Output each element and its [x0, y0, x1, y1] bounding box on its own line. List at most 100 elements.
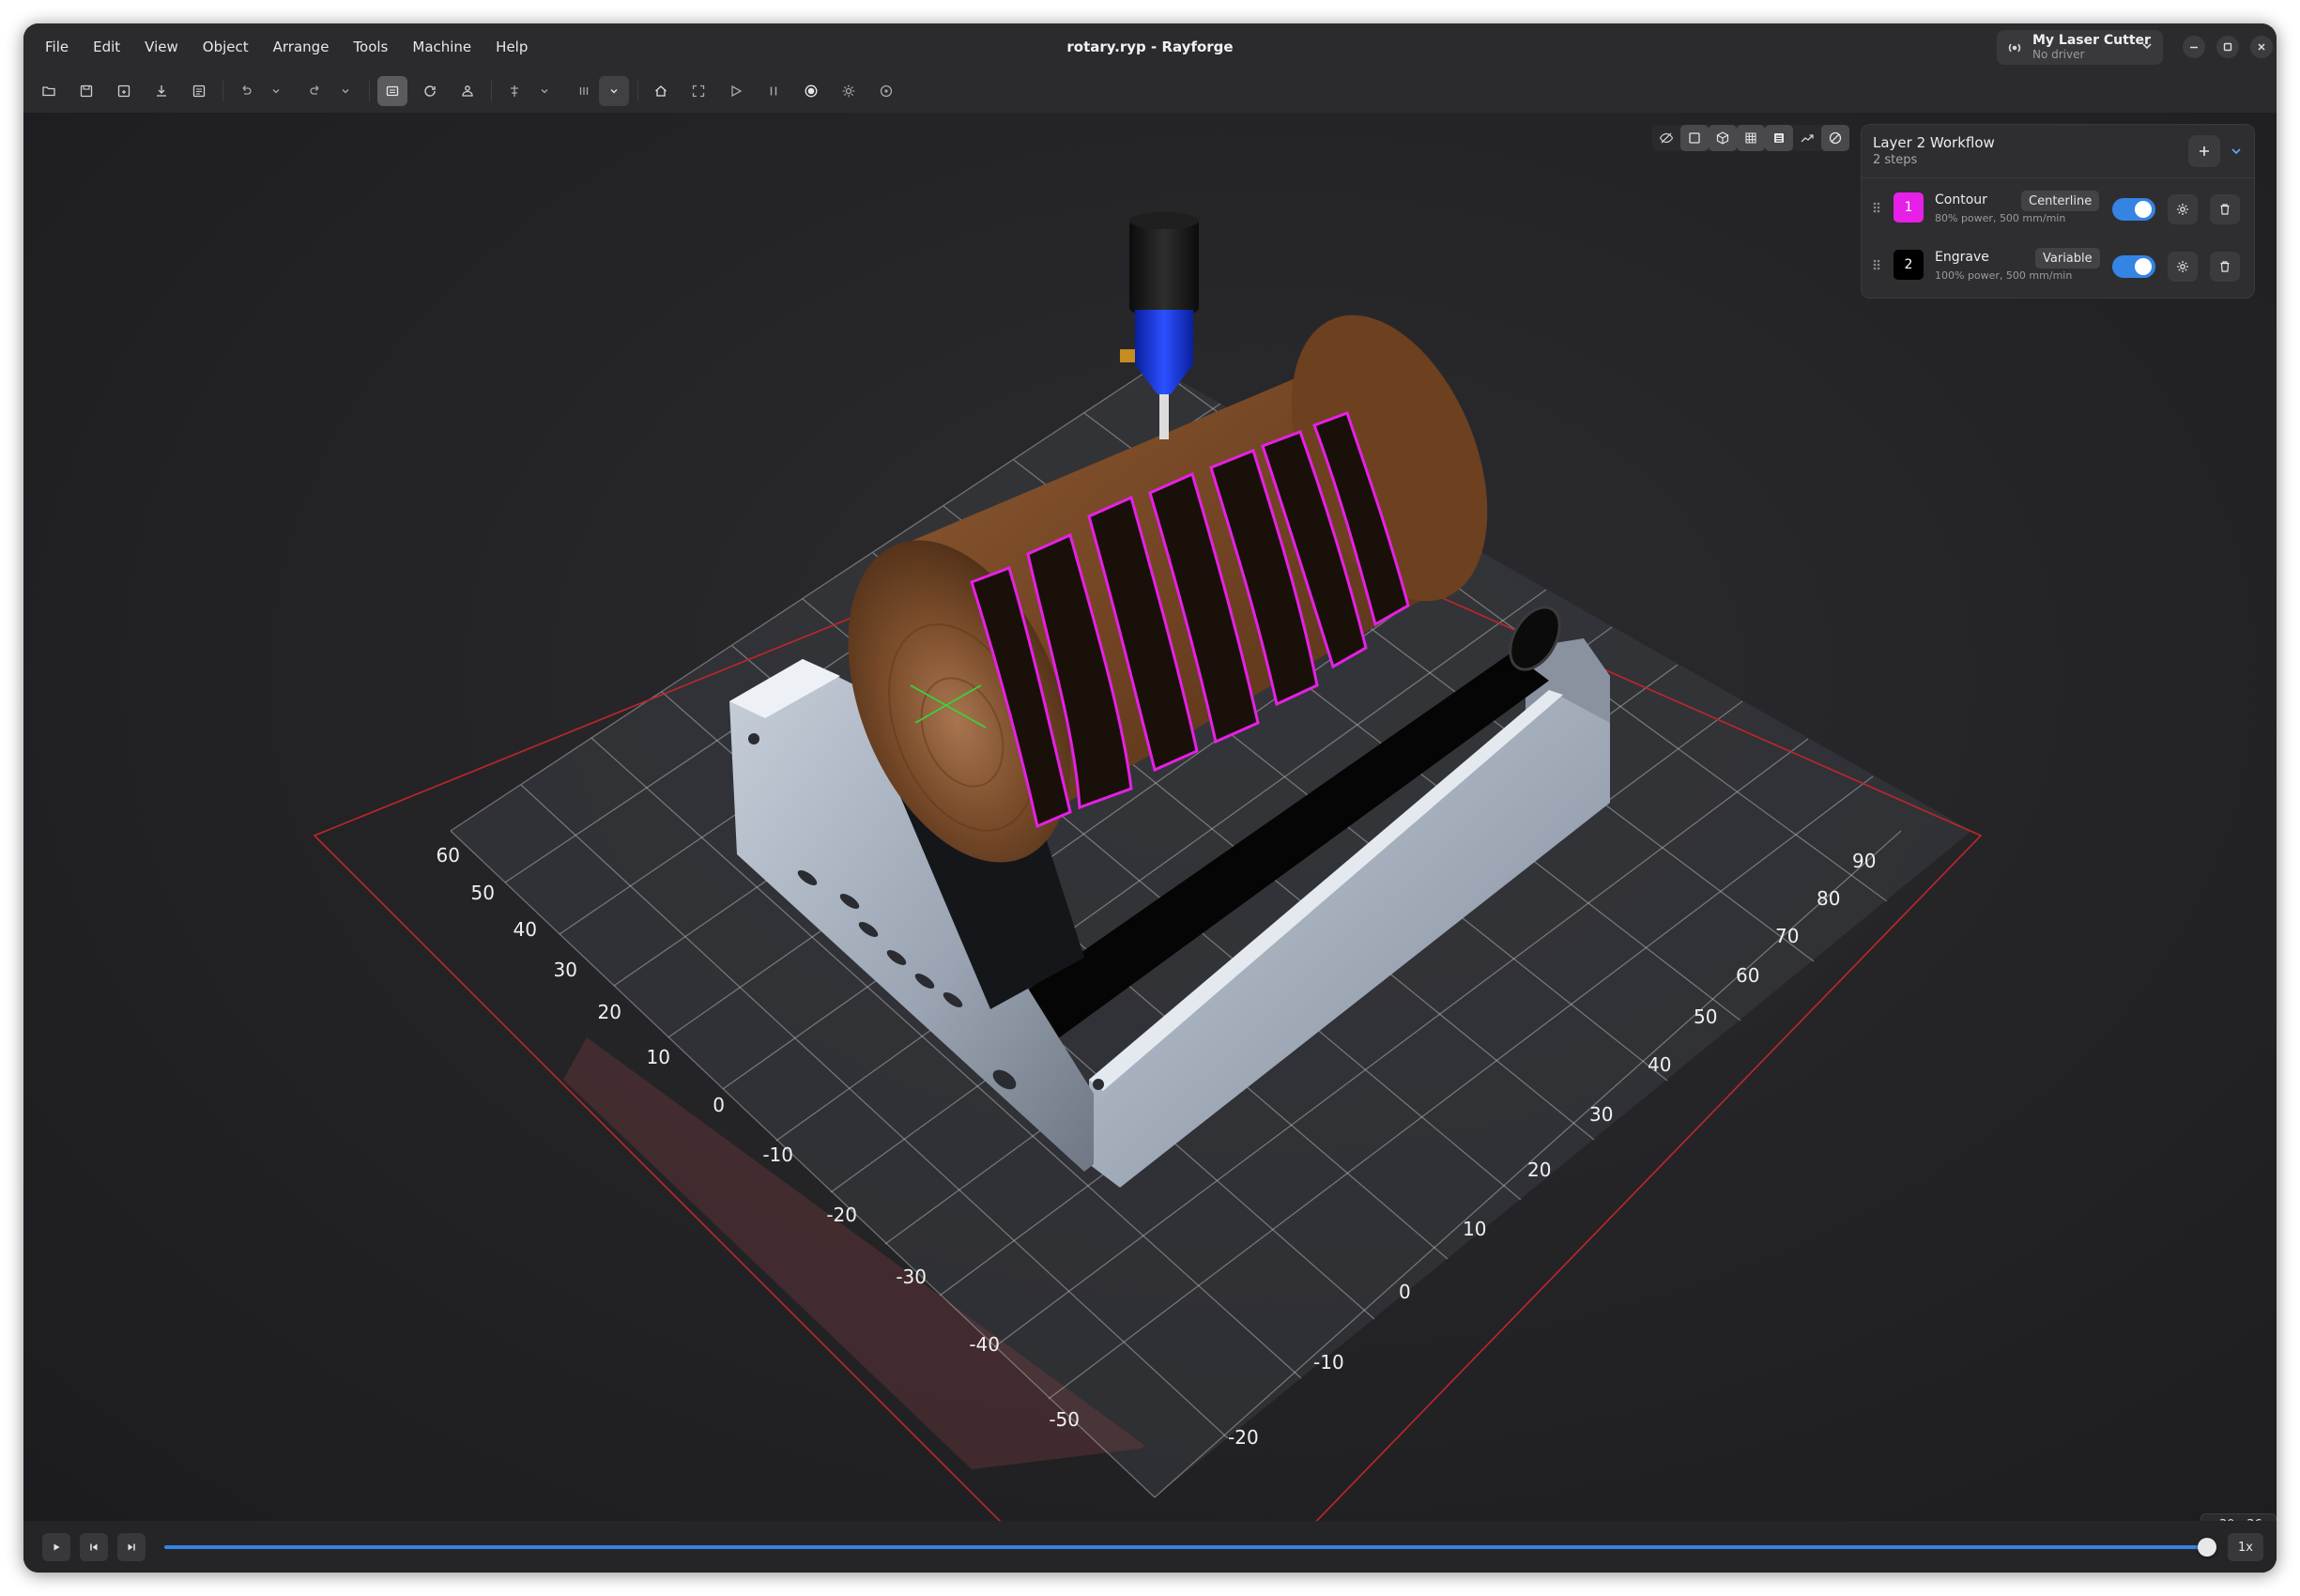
grid-view-toggle[interactable] — [1737, 125, 1765, 151]
save-button[interactable] — [71, 76, 101, 106]
3d-viewport[interactable]: 60 50 40 30 20 10 0 -10 -20 -30 -40 -50 … — [23, 113, 2277, 1521]
playback-bar: 1x — [23, 1521, 2277, 1573]
workflow-title: Layer 2 Workflow — [1873, 134, 1995, 151]
distribute-button[interactable] — [569, 76, 599, 106]
distribute-options-button[interactable] — [599, 76, 629, 106]
axis-tick-label: 80 — [1817, 887, 1840, 910]
refresh-button[interactable] — [415, 76, 445, 106]
playback-speed-button[interactable]: 1x — [2228, 1533, 2263, 1561]
workflow-divider — [1862, 177, 2254, 178]
top-view-icon — [1689, 132, 1700, 144]
step-forward-button[interactable] — [117, 1533, 146, 1561]
frame-button[interactable] — [683, 76, 713, 106]
simulate-button[interactable] — [452, 76, 483, 106]
laser-focus-button[interactable] — [834, 76, 864, 106]
home-button[interactable] — [646, 76, 676, 106]
machine-selector[interactable]: My Laser Cutter No driver — [1997, 30, 2163, 65]
machine-connection-icon — [2006, 39, 2027, 56]
menu-object[interactable]: Object — [191, 23, 261, 69]
toolbar-separator — [369, 81, 370, 101]
export-gcode-button[interactable] — [184, 76, 214, 106]
hide-toggle[interactable] — [1652, 125, 1680, 151]
grid-view-icon — [1745, 132, 1756, 144]
machine-driver-status: No driver — [2032, 47, 2085, 61]
axis-tick-label: 0 — [713, 1094, 725, 1116]
save-as-button[interactable] — [109, 76, 139, 106]
save-icon — [80, 84, 93, 98]
align-button[interactable] — [499, 76, 529, 106]
travel-moves-toggle[interactable] — [1793, 125, 1821, 151]
menu-help[interactable]: Help — [483, 23, 540, 69]
axis-tick-label: 50 — [1694, 1005, 1717, 1028]
skip-forward-icon — [128, 1543, 135, 1551]
pause-button[interactable] — [759, 76, 789, 106]
play-button[interactable] — [42, 1533, 70, 1561]
iso-view-toggle[interactable] — [1709, 125, 1737, 151]
redo-history-button[interactable] — [330, 76, 360, 106]
top-view-toggle[interactable] — [1680, 125, 1709, 151]
playback-progress-track[interactable] — [164, 1545, 2206, 1549]
drag-handle-icon[interactable] — [1872, 200, 1881, 215]
layer-view-toggle[interactable] — [1765, 125, 1793, 151]
redo-icon — [310, 85, 319, 95]
scene-canvas[interactable]: 60 50 40 30 20 10 0 -10 -20 -30 -40 -50 … — [23, 113, 2277, 1521]
add-step-button[interactable] — [2188, 135, 2220, 167]
chevron-down-icon — [2140, 39, 2154, 53]
export-gcode-icon — [192, 84, 206, 98]
view-toolbar — [1652, 125, 1849, 151]
drag-handle-icon[interactable] — [1872, 257, 1881, 272]
step-settings-button[interactable] — [2168, 194, 2198, 224]
step-enable-toggle[interactable] — [2112, 255, 2155, 278]
axis-tick-label: 30 — [1589, 1103, 1613, 1126]
playback-slider-thumb[interactable] — [2198, 1538, 2216, 1557]
step-enable-toggle[interactable] — [2112, 198, 2155, 221]
refresh-icon — [424, 85, 436, 97]
minimize-button[interactable] — [2183, 36, 2205, 58]
step-name: Engrave — [1935, 250, 1989, 265]
machine-view-button[interactable] — [377, 76, 407, 106]
axis-tick-label: 10 — [647, 1046, 670, 1068]
menu-file[interactable]: File — [33, 23, 81, 69]
undo-button[interactable] — [231, 76, 261, 106]
record-button[interactable] — [796, 76, 826, 106]
chevron-down-icon — [272, 89, 280, 94]
step-number-badge: 2 — [1894, 250, 1924, 280]
align-icon — [511, 85, 518, 97]
pause-icon — [770, 86, 777, 96]
record-icon — [805, 84, 818, 98]
step-number-badge: 1 — [1894, 192, 1924, 223]
workflow-step[interactable]: 1 Contour 80% power, 500 mm/min Centerli… — [1862, 181, 2254, 236]
align-options-button[interactable] — [529, 76, 560, 106]
menu-view[interactable]: View — [132, 23, 191, 69]
undo-history-button[interactable] — [261, 76, 291, 106]
no-go-toggle[interactable] — [1821, 125, 1849, 151]
step-delete-button[interactable] — [2210, 194, 2240, 224]
workflow-step[interactable]: 2 Engrave 100% power, 500 mm/min Variabl… — [1862, 238, 2254, 293]
maximize-icon — [2223, 42, 2232, 52]
axis-tick-label: -40 — [969, 1333, 1000, 1356]
redo-button[interactable] — [300, 76, 330, 106]
close-button[interactable] — [2250, 36, 2273, 58]
chevron-down-icon — [2231, 148, 2241, 155]
close-icon — [2258, 43, 2265, 51]
axis-tick-label: 90 — [1852, 850, 1876, 872]
step-mode-tag: Centerline — [2021, 191, 2100, 211]
export-button[interactable] — [146, 76, 176, 106]
distribute-icon — [579, 87, 589, 95]
menu-edit[interactable]: Edit — [81, 23, 132, 69]
menu-machine[interactable]: Machine — [400, 23, 483, 69]
step-delete-button[interactable] — [2210, 252, 2240, 282]
trash-icon — [2220, 204, 2230, 215]
menu-tools[interactable]: Tools — [341, 23, 400, 69]
toolbar-separator — [222, 81, 223, 101]
maximize-button[interactable] — [2216, 36, 2239, 58]
menu-arrange[interactable]: Arrange — [261, 23, 342, 69]
target-button[interactable] — [871, 76, 901, 106]
step-back-button[interactable] — [80, 1533, 108, 1561]
send-button[interactable] — [721, 76, 751, 106]
open-button[interactable] — [34, 76, 64, 106]
skip-back-icon — [90, 1543, 98, 1551]
axis-tick-label: 20 — [598, 1001, 621, 1023]
collapse-workflow-button[interactable] — [2225, 140, 2247, 162]
step-settings-button[interactable] — [2168, 252, 2198, 282]
